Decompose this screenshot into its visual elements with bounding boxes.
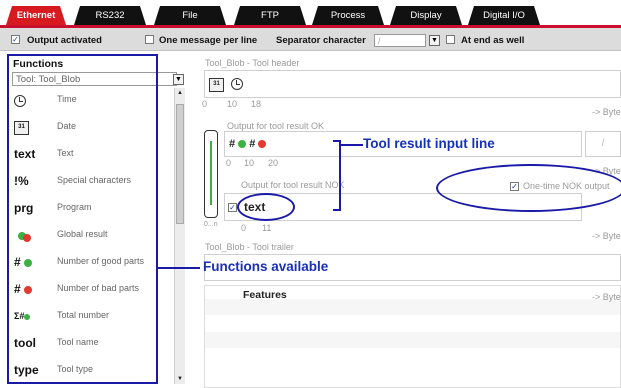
tab-digital-io[interactable]: Digital I/O [468,6,540,25]
header-ruler-0: 0 [202,99,208,109]
range-label: 0...n [204,221,218,228]
range-indicator [204,130,218,218]
separator-label: Separator character [276,35,366,46]
header-byte-label: -> Byte [592,107,621,117]
ok-ruler-20: 20 [268,158,279,168]
one-message-checkbox[interactable] [145,35,154,44]
nok-ruler-0: 0 [241,223,247,233]
header-clock-icon [231,78,243,90]
header-ruler-10: 10 [227,99,238,109]
separator-dropdown-button[interactable]: ▼ [429,35,440,46]
tab-display[interactable]: Display [390,6,462,25]
tab-bar: Ethernet RS232 File FTP Process Display … [0,0,621,28]
tab-rs232[interactable]: RS232 [74,6,146,25]
ok-ruler-0: 0 [226,158,232,168]
header-ruler-18: 18 [251,99,262,109]
tool-trailer-label: Tool_Blob - Tool trailer [205,242,294,252]
one-message-label: One message per line [159,35,258,46]
tool-header-field[interactable]: 31 [204,70,621,98]
at-end-label: At end as well [461,35,525,46]
features-title: Features [243,289,287,301]
at-end-checkbox[interactable] [446,35,455,44]
functions-highlight-box [7,54,158,384]
functions-scrollbar[interactable]: ▲ ▼ [174,88,185,384]
functions-dropdown-button[interactable]: ▼ [173,74,184,85]
input-line-connector [341,144,363,146]
scroll-up-icon[interactable]: ▲ [177,90,183,96]
features-byte-label: -> Byte [592,292,621,302]
output-activated-checkbox[interactable]: ✓ [11,35,20,44]
nok-output-label: Output for tool result NOK [241,180,345,190]
tool-header-label: Tool_Blob - Tool header [205,58,300,68]
one-time-nok-highlight-ellipse [436,164,621,212]
scroll-thumb[interactable] [176,104,184,224]
nok-row-checkbox[interactable]: ✓ [228,203,237,212]
ok-separator-field[interactable]: / [585,131,621,157]
input-line-bracket [333,140,341,211]
tab-ftp[interactable]: FTP [234,6,306,25]
scroll-down-icon[interactable]: ▼ [177,376,183,382]
tab-process[interactable]: Process [312,6,384,25]
nok-ruler-11: 11 [262,223,272,233]
tab-ethernet[interactable]: Ethernet [6,6,66,25]
nok-byte-label: -> Byte [592,231,621,241]
separator-input[interactable]: / [374,34,426,47]
functions-annotation-line [158,267,200,269]
text-highlight-ellipse [237,193,295,221]
good-parts-icon: # # [229,138,267,150]
output-activated-label: Output activated [27,35,102,46]
functions-available-annotation: Functions available [203,259,329,274]
tab-file[interactable]: File [154,6,226,25]
header-calendar-icon: 31 [209,78,224,92]
ok-output-label: Output for tool result OK [227,121,325,131]
ok-ruler-10: 10 [244,158,255,168]
tool-result-input-line-annotation: Tool result input line [363,136,495,151]
